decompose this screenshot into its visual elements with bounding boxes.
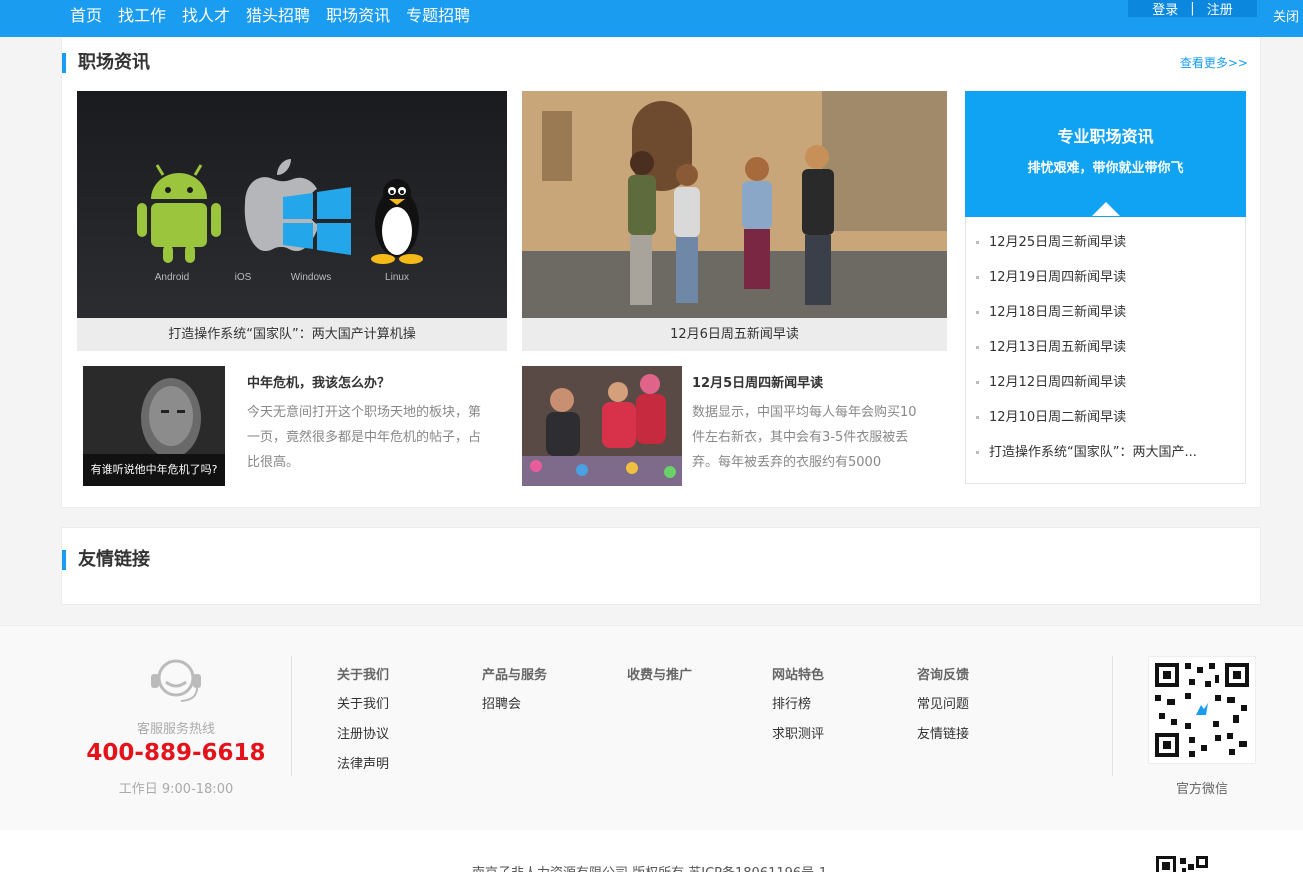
thumb-caption: 有谁听说他中年危机了吗? xyxy=(91,462,218,476)
footer-link[interactable]: 法律声明 xyxy=(337,757,389,787)
list-item[interactable]: 12月12日周四新闻早读 xyxy=(976,372,1226,407)
section-title: 友情链接 xyxy=(62,550,150,570)
nav-home[interactable]: 首页 xyxy=(70,5,102,27)
register-link[interactable]: 注册 xyxy=(1207,0,1233,18)
close-button[interactable]: 关闭 xyxy=(1273,6,1299,25)
bullet-icon xyxy=(976,276,979,279)
main-menu: 首页 找工作 找人才 猎头招聘 职场资讯 专题招聘 xyxy=(70,5,486,27)
news-item-title[interactable]: 12月5日周四新闻早读 xyxy=(692,372,823,391)
service-hours: 工作日 9:00-18:00 xyxy=(118,782,234,797)
nav-special-recruit[interactable]: 专题招聘 xyxy=(406,5,470,27)
sidebar-heading: 专业职场资讯 xyxy=(1057,127,1154,146)
copyright-text: 南京子非人力资源有限公司 版权所有 苏ICP备18061196号-1 xyxy=(472,862,827,872)
customer-service-icon xyxy=(151,659,201,702)
footer: 客服服务热线 400-889-6618 工作日 9:00-18:00 关于我们 … xyxy=(0,625,1303,830)
android-icon xyxy=(137,164,221,263)
feature-caption[interactable]: 12月6日周五新闻早读 xyxy=(522,318,947,351)
banner-arrow xyxy=(1092,202,1120,216)
bullet-icon xyxy=(976,451,979,454)
footer-col-head: 咨询反馈 xyxy=(917,668,970,683)
footer-link[interactable]: 注册协议 xyxy=(337,727,389,757)
footer-col-products: 产品与服务 招聘会 xyxy=(482,664,547,727)
feature-image-os: Android iOS Windows Linux xyxy=(77,91,507,318)
bullet-icon xyxy=(976,311,979,314)
bullet-icon xyxy=(976,416,979,419)
list-item[interactable]: 打造操作系统“国家队”：两大国产... xyxy=(976,442,1226,477)
list-item[interactable]: 12月10日周二新闻早读 xyxy=(976,407,1226,442)
login-link[interactable]: 登录 xyxy=(1152,0,1178,18)
feature-image-students xyxy=(522,91,947,318)
os-label-windows: Windows xyxy=(291,272,332,283)
feature-caption[interactable]: 打造操作系统“国家队”：两大国产计算机操 xyxy=(77,318,507,351)
auth-separator: | xyxy=(1190,1,1195,16)
feature-campus[interactable]: 12月6日周五新闻早读 xyxy=(522,91,947,351)
sidebar-news-list: 12月25日周三新闻早读 12月19日周四新闻早读 12月18日周三新闻早读 1… xyxy=(976,232,1226,477)
os-label-ios: iOS xyxy=(235,272,252,283)
service-label: 客服服务热线 xyxy=(136,722,215,737)
footer-col-head: 关于我们 xyxy=(337,668,390,683)
news-thumb-dec5 xyxy=(522,366,682,486)
news-thumb-midlife: 有谁听说他中年危机了吗? xyxy=(83,366,225,486)
sidebar-subheading: 排忧艰难，带你就业带你飞 xyxy=(1027,161,1184,176)
news-item-dec5[interactable]: 12月5日周四新闻早读 数据显示，中国平均每人每年会购买10件左右新衣，其中会有… xyxy=(522,366,952,486)
footer-link[interactable]: 友情链接 xyxy=(917,727,969,757)
news-item-desc: 数据显示，中国平均每人每年会购买10件左右新衣，其中会有3-5件衣服被丢弃。每年… xyxy=(692,405,917,470)
auth-box: 登录 | 注册 xyxy=(1128,0,1257,18)
section-title: 职场资讯 xyxy=(62,53,150,73)
nav-find-talent[interactable]: 找人才 xyxy=(182,5,230,27)
wechat-qr-code xyxy=(1148,656,1256,764)
footer-link[interactable]: 排行榜 xyxy=(772,697,824,727)
mini-qr-icon xyxy=(1156,856,1208,872)
footer-col-head: 收费与推广 xyxy=(627,668,693,683)
hotline-number: 400-889-6618 xyxy=(86,740,266,766)
list-item[interactable]: 12月18日周三新闻早读 xyxy=(976,302,1226,337)
footer-col-head: 网站特色 xyxy=(772,668,825,683)
qr-label: 官方微信 xyxy=(1175,782,1228,797)
os-label-android: Android xyxy=(155,272,189,283)
sidebar-banner: 专业职场资讯 排忧艰难，带你就业带你飞 xyxy=(965,91,1246,217)
footer-col-pricing: 收费与推广 xyxy=(627,664,692,697)
footer-col-feedback: 咨询反馈 常见问题 友情链接 xyxy=(917,664,969,757)
bullet-icon xyxy=(976,241,979,244)
footer-link[interactable]: 招聘会 xyxy=(482,697,547,727)
news-item-midlife[interactable]: 有谁听说他中年危机了吗? 中年危机，我该怎么办？ 今天无意间打开这个职场天地的板… xyxy=(83,366,513,486)
nav-career-news[interactable]: 职场资讯 xyxy=(326,5,390,27)
footer-link[interactable]: 常见问题 xyxy=(917,697,969,727)
nav-find-job[interactable]: 找工作 xyxy=(118,5,166,27)
friend-links-section: 友情链接 xyxy=(61,527,1261,605)
list-item[interactable]: 12月25日周三新闻早读 xyxy=(976,232,1226,267)
footer-col-about: 关于我们 关于我们 注册协议 法律声明 xyxy=(337,664,389,787)
footer-link[interactable]: 关于我们 xyxy=(337,697,389,727)
list-item[interactable]: 12月13日周五新闻早读 xyxy=(976,337,1226,372)
divider xyxy=(1112,656,1113,776)
bullet-icon xyxy=(976,346,979,349)
feature-os[interactable]: Android iOS Windows Linux 打造操作系统“国家队”：两大… xyxy=(77,91,507,351)
top-nav: 首页 找工作 找人才 猎头招聘 职场资讯 专题招聘 登录 | 注册 关闭 xyxy=(0,0,1303,37)
view-more-link[interactable]: 查看更多>> xyxy=(1180,54,1248,71)
footer-col-head: 产品与服务 xyxy=(482,668,548,683)
footer-link[interactable]: 求职测评 xyxy=(772,727,824,757)
linux-penguin-icon xyxy=(371,179,423,264)
os-label-linux: Linux xyxy=(385,272,409,283)
footer-col-features: 网站特色 排行榜 求职测评 xyxy=(772,664,824,757)
career-news-section: 职场资讯 查看更多>> Android iOS Windows Linux 打造… xyxy=(61,37,1261,508)
divider xyxy=(291,656,292,776)
list-item[interactable]: 12月19日周四新闻早读 xyxy=(976,267,1226,302)
nav-headhunter[interactable]: 猎头招聘 xyxy=(246,5,310,27)
news-sidebar: 专业职场资讯 排忧艰难，带你就业带你飞 12月25日周三新闻早读 12月19日周… xyxy=(965,91,1246,484)
news-item-title[interactable]: 中年危机，我该怎么办？ xyxy=(247,372,390,391)
bullet-icon xyxy=(976,381,979,384)
copyright-bar: 南京子非人力资源有限公司 版权所有 苏ICP备18061196号-1 xyxy=(0,830,1303,872)
news-item-desc: 今天无意间打开这个职场天地的板块，第一页，竟然很多都是中年危机的帖子，占比很高。 xyxy=(247,405,482,470)
